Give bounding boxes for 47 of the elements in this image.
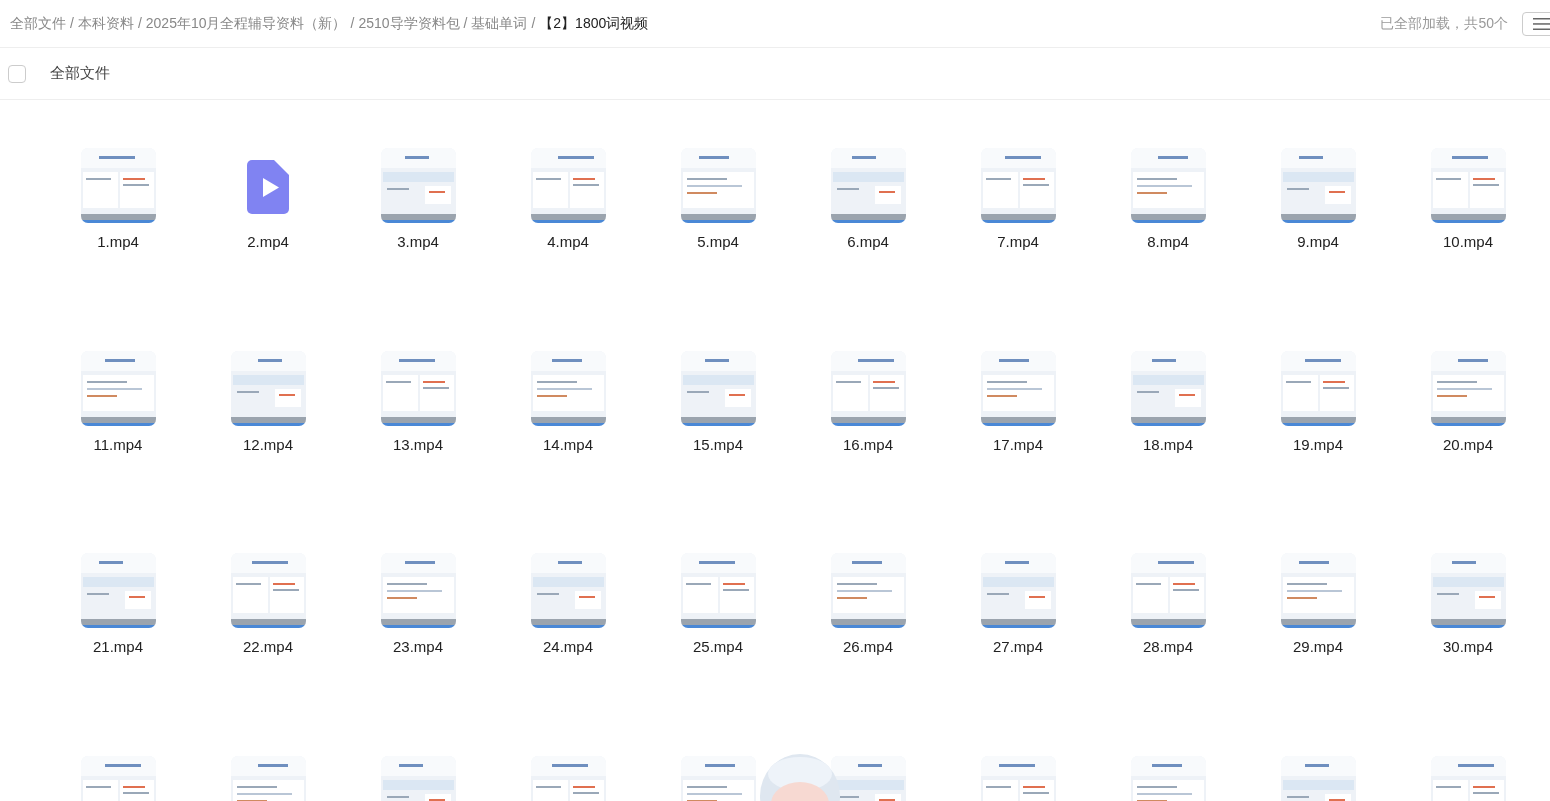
breadcrumb-link[interactable]: 2510导学资料包: [358, 13, 460, 34]
file-name[interactable]: 12.mp4: [242, 433, 293, 456]
file-name[interactable]: 19.mp4: [1292, 433, 1343, 456]
file-name[interactable]: 2.mp4: [247, 231, 289, 254]
file-name[interactable]: 11.mp4: [93, 433, 143, 456]
breadcrumb-link[interactable]: 全部文件: [10, 13, 66, 34]
menu-button[interactable]: [1522, 11, 1550, 36]
breadcrumb-separator: /: [350, 14, 355, 33]
file-name[interactable]: 27.mp4: [992, 636, 1043, 659]
file-name[interactable]: 1.mp4: [97, 231, 139, 254]
breadcrumb-link[interactable]: 本科资料: [77, 13, 134, 34]
file-name[interactable]: 9.mp4: [1297, 231, 1339, 254]
file-name[interactable]: 10.mp4: [1442, 231, 1493, 254]
file-name[interactable]: 24.mp4: [542, 636, 593, 659]
file-name[interactable]: 25.mp4: [692, 636, 743, 659]
file-name[interactable]: 14.mp4: [542, 433, 593, 456]
file-name[interactable]: 8.mp4: [1147, 231, 1189, 254]
breadcrumb-link[interactable]: 基础单词: [471, 13, 528, 34]
breadcrumb-separator: /: [137, 14, 142, 33]
file-name[interactable]: 26.mp4: [842, 636, 893, 659]
file-name[interactable]: 16.mp4: [842, 433, 893, 456]
file-name[interactable]: 20.mp4: [1442, 433, 1493, 456]
file-name[interactable]: 23.mp4: [392, 636, 443, 659]
breadcrumb-separator: /: [531, 14, 536, 33]
file-name[interactable]: 15.mp4: [692, 433, 743, 456]
file-name[interactable]: 30.mp4: [1442, 636, 1493, 659]
load-status: 已全部加载，共50个: [1380, 14, 1508, 33]
file-name[interactable]: 29.mp4: [1292, 636, 1343, 659]
file-name[interactable]: 21.mp4: [92, 636, 143, 659]
file-name[interactable]: 22.mp4: [242, 636, 293, 659]
file-name[interactable]: 17.mp4: [992, 433, 1043, 456]
file-name[interactable]: 13.mp4: [392, 433, 443, 456]
video-file-icon[interactable]: [246, 160, 289, 214]
select-all-checkbox[interactable]: [8, 64, 26, 83]
file-name[interactable]: 3.mp4: [397, 231, 439, 254]
file-name[interactable]: 5.mp4: [697, 231, 739, 254]
breadcrumb-current: 【2】1800词视频: [539, 14, 649, 33]
file-name[interactable]: 7.mp4: [997, 231, 1039, 254]
breadcrumb-separator: /: [463, 14, 468, 33]
file-name[interactable]: 28.mp4: [1142, 636, 1193, 659]
breadcrumb-link[interactable]: 2025年10月全程辅导资料（新）: [145, 13, 347, 34]
file-name[interactable]: 4.mp4: [547, 231, 589, 254]
file-name[interactable]: 18.mp4: [1142, 433, 1193, 456]
select-all-label: 全部文件: [50, 63, 110, 84]
breadcrumb-separator: /: [70, 14, 74, 33]
menu-icon: [1533, 16, 1550, 31]
file-name[interactable]: 6.mp4: [847, 231, 889, 254]
